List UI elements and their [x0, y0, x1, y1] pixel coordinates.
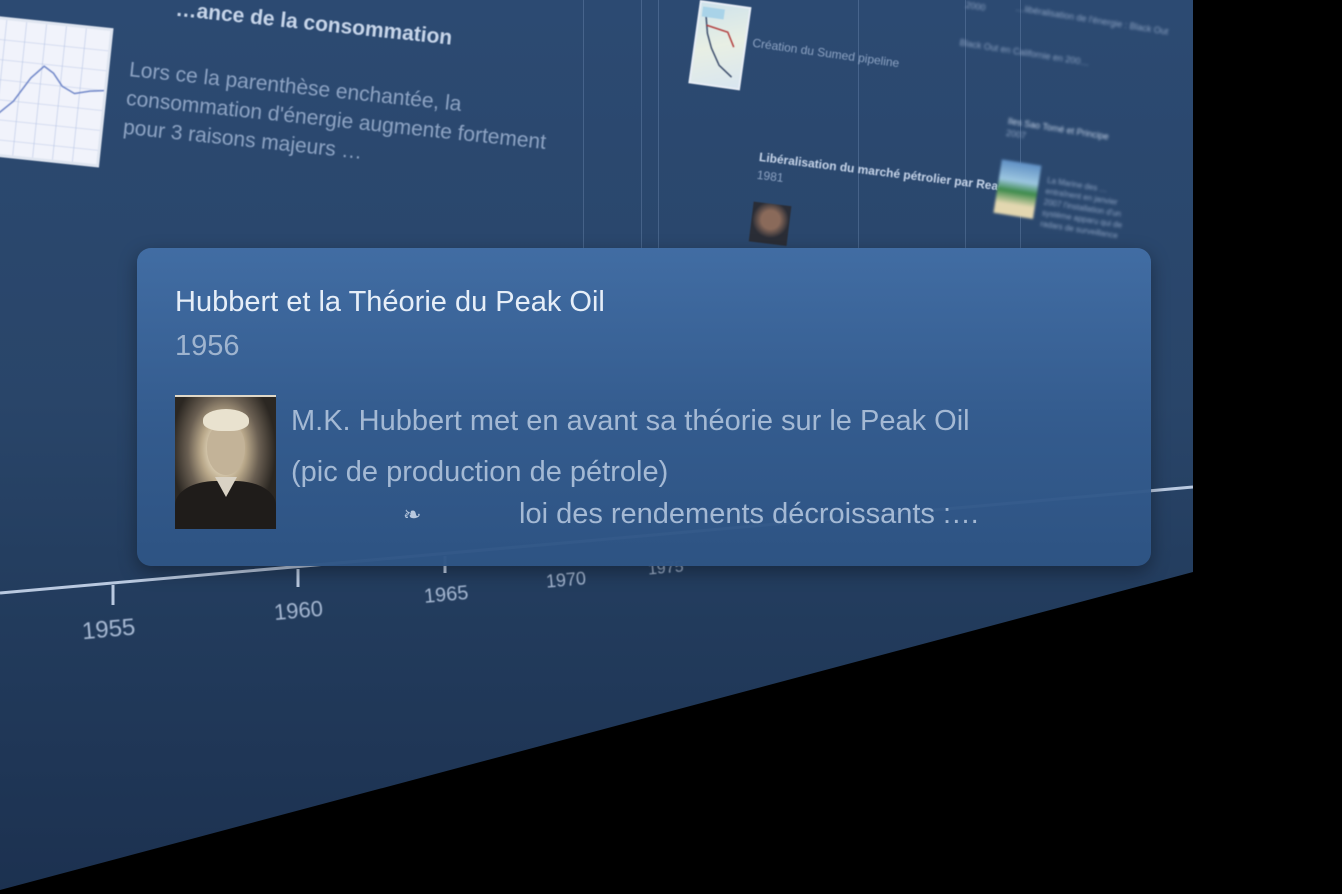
popup-description: M.K. Hubbert met en avant sa théorie sur…: [291, 396, 1121, 498]
popup-year: 1956: [175, 330, 240, 362]
timeline-tick-label: 1970: [545, 568, 587, 592]
portrait-photo-icon: [175, 395, 276, 529]
timeline-3d-view: …ance de la consommation Lors ce la pare…: [0, 0, 1342, 894]
photo-hair: [203, 409, 249, 431]
event-detail-popup[interactable]: Hubbert et la Théorie du Peak Oil 1956 M…: [137, 248, 1151, 566]
fleuron-icon: ❧: [403, 502, 422, 527]
popup-description-line: M.K. Hubbert met en avant sa théorie sur…: [291, 405, 970, 437]
timeline-tick-label: 1960: [272, 595, 324, 626]
popup-more-text[interactable]: loi des rendements décroissants :…: [519, 498, 980, 531]
popup-title: Hubbert et la Théorie du Peak Oil: [175, 286, 605, 318]
timeline-tick-label: 1955: [80, 613, 137, 646]
popup-read-more[interactable]: ❧ loi des rendements décroissants :…: [291, 498, 1121, 542]
popup-description-line: (pic de production de pétrole): [291, 456, 669, 488]
timeline-tick-label: 1965: [423, 582, 470, 608]
